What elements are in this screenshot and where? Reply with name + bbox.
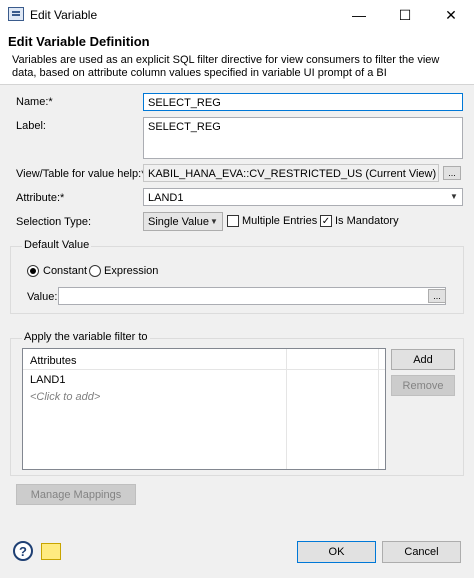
checkmark-icon: ✓ <box>321 215 331 227</box>
name-label: Name:* <box>16 96 53 108</box>
is-mandatory-label[interactable]: Is Mandatory <box>335 215 399 227</box>
multiple-entries-label[interactable]: Multiple Entries <box>242 215 317 227</box>
is-mandatory-checkbox[interactable]: ✓ <box>320 215 332 227</box>
table-row[interactable]: LAND1 <box>30 374 65 386</box>
chevron-down-icon[interactable]: ▼ <box>210 217 218 226</box>
chevron-down-icon[interactable]: ▼ <box>450 192 458 201</box>
app-icon <box>8 7 24 21</box>
close-icon[interactable]: ✕ <box>428 0 474 30</box>
constant-radio[interactable] <box>27 265 39 277</box>
click-to-add-row[interactable]: <Click to add> <box>30 391 100 403</box>
window-title: Edit Variable <box>30 8 98 22</box>
add-button[interactable]: Add <box>391 349 455 370</box>
constant-label[interactable]: Constant <box>43 265 87 277</box>
page-description: Variables are used as an explicit SQL fi… <box>12 54 440 79</box>
default-value-group-title: Default Value <box>22 239 92 251</box>
manage-mappings-button[interactable]: Manage Mappings <box>16 484 136 505</box>
value-label: Value: <box>27 291 58 303</box>
default-value-input[interactable] <box>58 287 446 305</box>
multiple-entries-checkbox[interactable] <box>227 215 239 227</box>
selection-type-label: Selection Type: <box>16 216 92 228</box>
note-icon[interactable] <box>41 543 61 560</box>
expression-label[interactable]: Expression <box>104 265 158 277</box>
label-label: Label: <box>16 120 46 132</box>
selection-type-value: Single Value <box>148 216 209 228</box>
help-icon[interactable]: ? <box>13 541 33 561</box>
apply-filter-group-title: Apply the variable filter to <box>22 331 150 343</box>
attributes-table[interactable] <box>22 348 386 470</box>
table-column-divider <box>378 349 379 469</box>
expression-radio[interactable] <box>89 265 101 277</box>
maximize-icon[interactable]: ☐ <box>382 0 428 30</box>
remove-button[interactable]: Remove <box>391 375 455 396</box>
table-header-divider <box>23 369 385 370</box>
attribute-value: LAND1 <box>148 192 184 204</box>
attribute-combobox[interactable]: LAND1 <box>143 188 463 206</box>
table-column-header: Attributes <box>30 355 77 367</box>
table-column-divider <box>286 349 287 469</box>
name-input[interactable]: SELECT_REG <box>143 93 463 111</box>
label-textarea[interactable]: SELECT_REG <box>143 117 463 159</box>
attribute-label: Attribute:* <box>16 192 65 204</box>
view-table-label: View/Table for value help:* <box>16 168 146 180</box>
minimize-icon[interactable]: — <box>336 0 382 30</box>
default-value-browse-button[interactable]: ... <box>428 289 446 303</box>
cancel-button[interactable]: Cancel <box>382 541 461 563</box>
ok-button[interactable]: OK <box>297 541 376 563</box>
view-table-browse-button[interactable]: ... <box>443 166 461 180</box>
page-title: Edit Variable Definition <box>8 34 150 49</box>
view-table-field: KABIL_HANA_EVA::CV_RESTRICTED_US (Curren… <box>143 164 439 182</box>
